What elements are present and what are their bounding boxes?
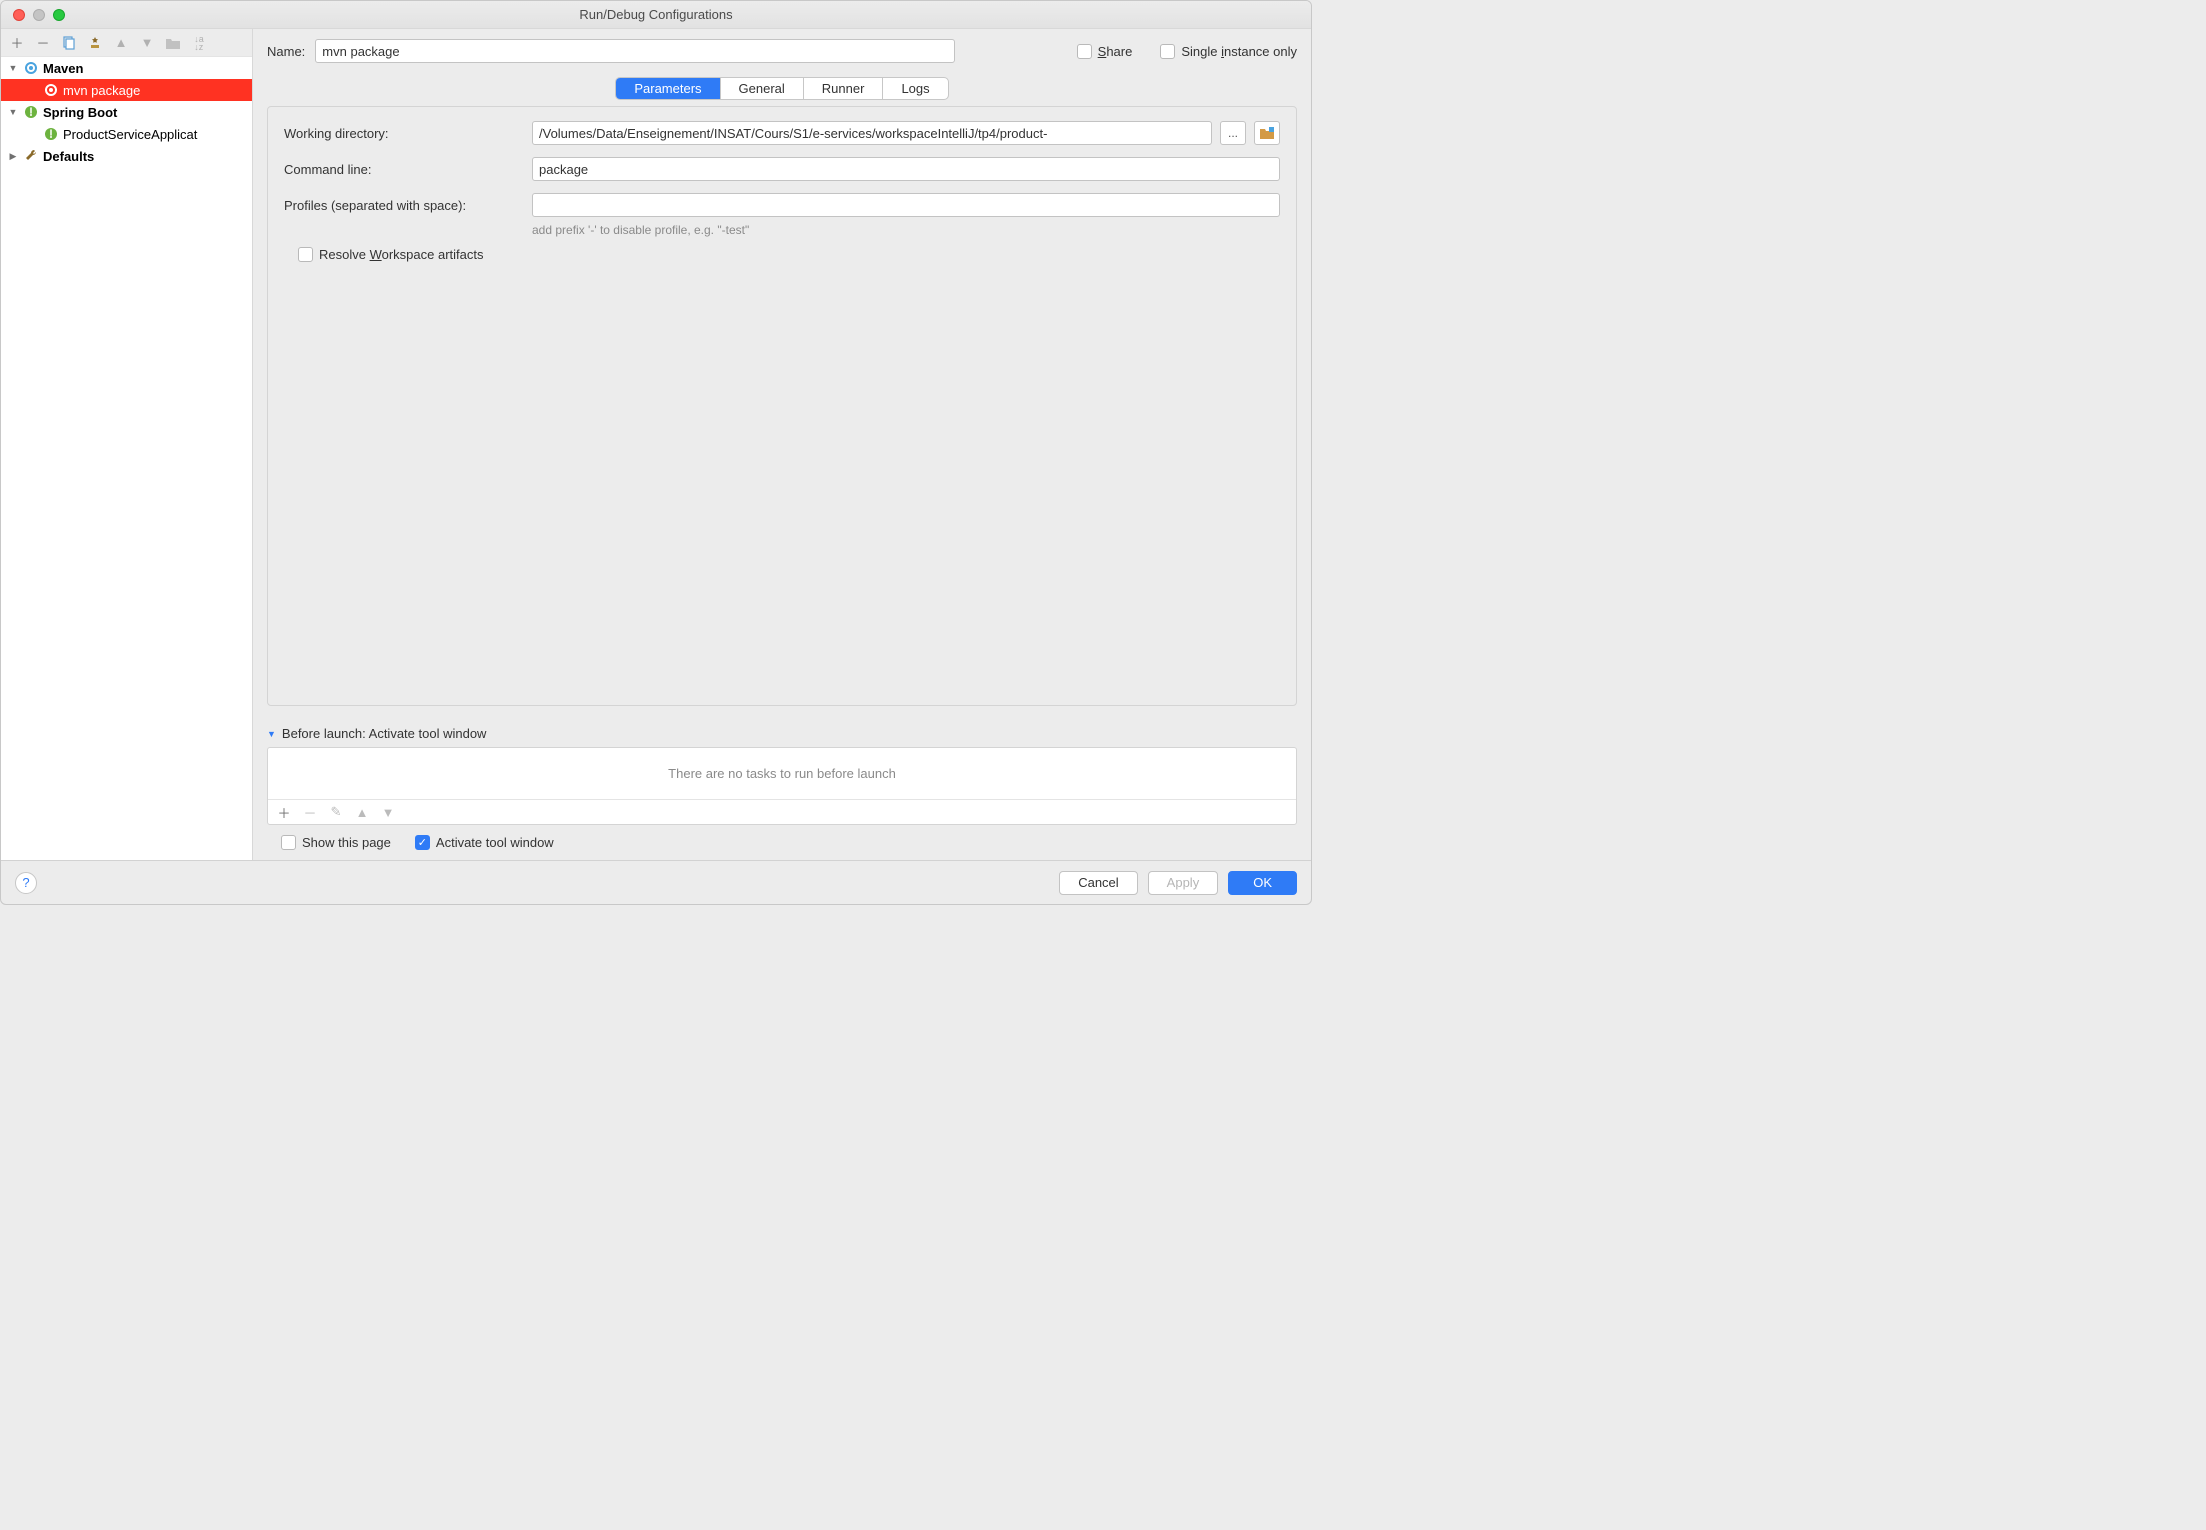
name-row: Name: Share Single instance only: [267, 39, 1297, 63]
tab-group: Parameters General Runner Logs: [615, 77, 948, 100]
browse-button[interactable]: ...: [1220, 121, 1246, 145]
command-line-row: Command line:: [284, 157, 1280, 181]
single-instance-checkbox[interactable]: [1160, 44, 1175, 59]
move-task-down-button[interactable]: ▼: [380, 804, 396, 820]
working-directory-label: Working directory:: [284, 126, 524, 141]
move-up-button[interactable]: ▲: [113, 35, 129, 51]
tree-label: Maven: [43, 61, 83, 76]
single-instance-checkbox-row[interactable]: Single instance only: [1160, 44, 1297, 59]
main-panel: Name: Share Single instance only Paramet…: [253, 29, 1311, 860]
add-task-button[interactable]: ＋: [276, 804, 292, 820]
show-this-page-checkbox[interactable]: [281, 835, 296, 850]
config-tree[interactable]: ▼ Maven mvn package ▼: [1, 57, 252, 860]
help-button[interactable]: ?: [15, 872, 37, 894]
apply-button[interactable]: Apply: [1148, 871, 1219, 895]
tab-runner[interactable]: Runner: [804, 78, 884, 99]
activate-tool-window-row[interactable]: ✓ Activate tool window: [415, 835, 554, 850]
add-config-button[interactable]: ＋: [9, 35, 25, 51]
name-input[interactable]: [315, 39, 955, 63]
share-label: Share: [1098, 44, 1133, 59]
before-launch-empty-msg: There are no tasks to run before launch: [268, 748, 1296, 799]
show-this-page-label: Show this page: [302, 835, 391, 850]
tree-node-product-app[interactable]: ProductServiceApplicat: [1, 123, 252, 145]
remove-task-button[interactable]: －: [302, 804, 318, 820]
tab-bar: Parameters General Runner Logs: [267, 77, 1297, 100]
parameters-panel: Working directory: ... Command line: Pro…: [267, 106, 1297, 706]
before-launch-list: There are no tasks to run before launch …: [267, 747, 1297, 825]
tab-parameters[interactable]: Parameters: [616, 78, 720, 99]
show-this-page-row[interactable]: Show this page: [281, 835, 391, 850]
spring-boot-icon: [23, 104, 39, 120]
resolve-workspace-row[interactable]: Resolve Workspace artifacts: [298, 247, 1280, 262]
tree-label: ProductServiceApplicat: [63, 127, 197, 142]
cancel-button[interactable]: Cancel: [1059, 871, 1137, 895]
wrench-icon: [23, 148, 39, 164]
copy-config-button[interactable]: [61, 35, 77, 51]
edit-defaults-button[interactable]: [87, 35, 103, 51]
maximize-window-button[interactable]: [53, 9, 65, 21]
tab-general[interactable]: General: [721, 78, 804, 99]
share-checkbox[interactable]: [1077, 44, 1092, 59]
tree-label: Spring Boot: [43, 105, 117, 120]
content-area: ＋ － ▲ ▼ ↓a↓z ▼: [1, 29, 1311, 860]
command-line-input[interactable]: [532, 157, 1280, 181]
resolve-workspace-label: Resolve Workspace artifacts: [319, 247, 484, 262]
collapse-icon: ▼: [267, 729, 276, 739]
tab-logs[interactable]: Logs: [883, 78, 947, 99]
tree-label: mvn package: [63, 83, 140, 98]
profiles-label: Profiles (separated with space):: [284, 198, 524, 213]
sidebar: ＋ － ▲ ▼ ↓a↓z ▼: [1, 29, 253, 860]
tree-node-mvn-package[interactable]: mvn package: [1, 79, 252, 101]
working-directory-row: Working directory: ...: [284, 121, 1280, 145]
profiles-hint: add prefix '-' to disable profile, e.g. …: [532, 223, 1280, 237]
window-controls: [1, 9, 65, 21]
activate-tool-window-label: Activate tool window: [436, 835, 554, 850]
expand-icon: ▼: [7, 63, 19, 73]
maven-icon: [23, 60, 39, 76]
close-window-button[interactable]: [13, 9, 25, 21]
tree-node-defaults[interactable]: ▶ Defaults: [1, 145, 252, 167]
expand-icon: ▼: [7, 107, 19, 117]
titlebar: Run/Debug Configurations: [1, 1, 1311, 29]
window-title: Run/Debug Configurations: [1, 7, 1311, 22]
working-directory-input[interactable]: [532, 121, 1212, 145]
dialog-window: Run/Debug Configurations ＋ － ▲ ▼: [0, 0, 1312, 905]
sidebar-toolbar: ＋ － ▲ ▼ ↓a↓z: [1, 29, 252, 57]
maven-icon: [43, 82, 59, 98]
tree-node-maven[interactable]: ▼ Maven: [1, 57, 252, 79]
minimize-window-button[interactable]: [33, 9, 45, 21]
profiles-row: Profiles (separated with space):: [284, 193, 1280, 217]
edit-task-button[interactable]: ✎: [328, 804, 344, 820]
before-launch-section: ▼ Before launch: Activate tool window Th…: [267, 726, 1297, 860]
activate-tool-window-checkbox[interactable]: ✓: [415, 835, 430, 850]
tree-label: Defaults: [43, 149, 94, 164]
spring-boot-icon: [43, 126, 59, 142]
expand-icon: ▶: [7, 151, 19, 162]
dialog-footer: ? Cancel Apply OK: [1, 860, 1311, 904]
resolve-workspace-checkbox[interactable]: [298, 247, 313, 262]
remove-config-button[interactable]: －: [35, 35, 51, 51]
ok-button[interactable]: OK: [1228, 871, 1297, 895]
insert-path-button[interactable]: [1254, 121, 1280, 145]
profiles-input[interactable]: [532, 193, 1280, 217]
folder-button[interactable]: [165, 35, 181, 51]
sort-button[interactable]: ↓a↓z: [191, 35, 207, 51]
before-launch-toolbar: ＋ － ✎ ▲ ▼: [268, 799, 1296, 824]
tree-node-spring-boot[interactable]: ▼ Spring Boot: [1, 101, 252, 123]
name-label: Name:: [267, 44, 305, 59]
dialog-body: ＋ － ▲ ▼ ↓a↓z ▼: [1, 29, 1311, 904]
move-down-button[interactable]: ▼: [139, 35, 155, 51]
command-line-label: Command line:: [284, 162, 524, 177]
share-checkbox-row[interactable]: Share: [1077, 44, 1133, 59]
single-instance-label: Single instance only: [1181, 44, 1297, 59]
before-launch-title: Before launch: Activate tool window: [282, 726, 487, 741]
before-launch-header[interactable]: ▼ Before launch: Activate tool window: [267, 726, 1297, 741]
move-task-up-button[interactable]: ▲: [354, 804, 370, 820]
